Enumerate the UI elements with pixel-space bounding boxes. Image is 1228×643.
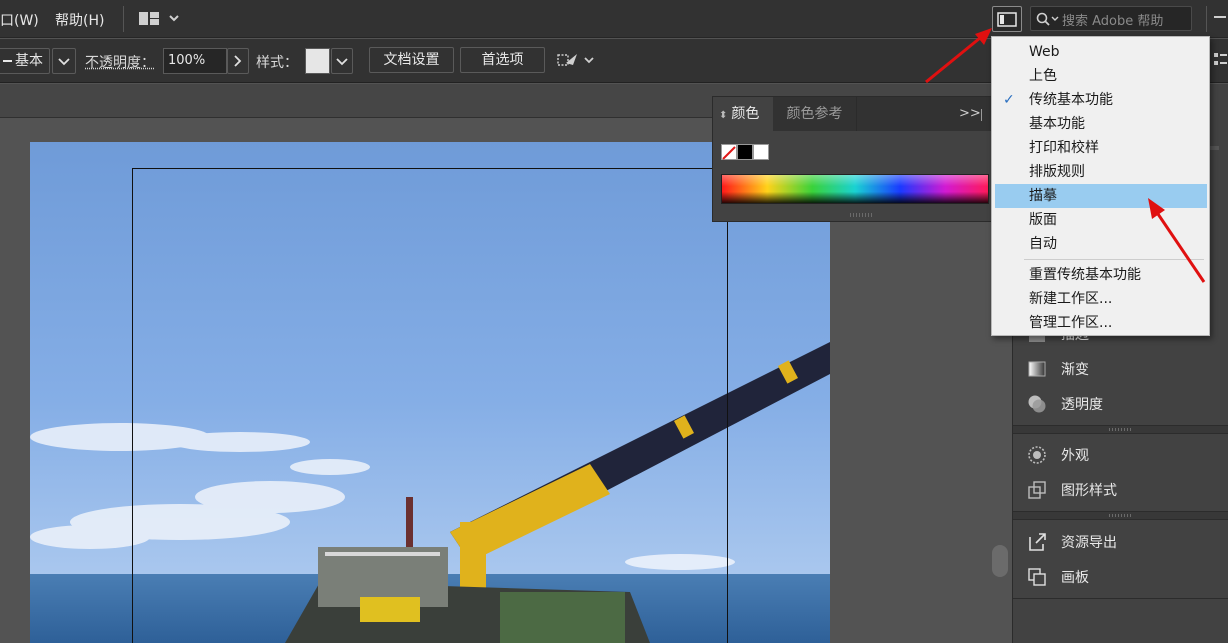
annotation-arrow-menu [1148,198,1204,282]
annotation-overlay [0,0,1228,643]
annotation-arrow-toolbar [926,28,992,82]
